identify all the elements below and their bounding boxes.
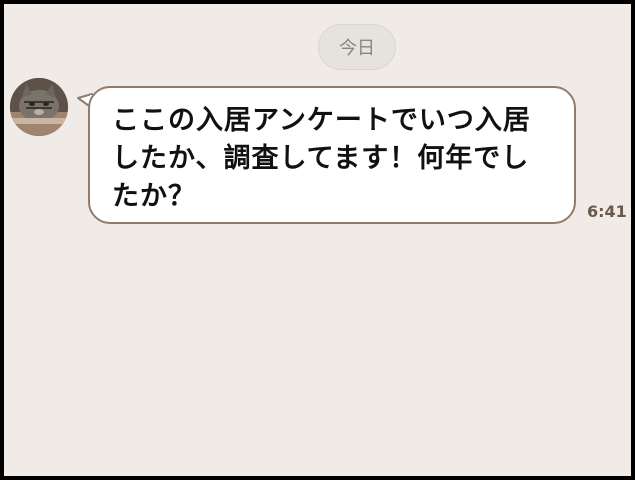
cat-avatar-icon	[10, 78, 68, 136]
avatar[interactable]	[10, 78, 68, 136]
chat-view: 今日 ここの入居アンケートでいつ入居したか、調査してます！何年でしたか？ 6:4…	[4, 4, 631, 476]
message-bubble-wrapper: ここの入居アンケートでいつ入居したか、調査してます！何年でしたか？	[76, 86, 580, 228]
date-label: 今日	[339, 38, 375, 59]
message-text: ここの入居アンケートでいつ入居したか、調査してます！何年でしたか？	[112, 105, 531, 212]
message-time: 6:41	[587, 202, 627, 221]
date-separator: 今日	[318, 24, 396, 70]
message-bubble[interactable]: ここの入居アンケートでいつ入居したか、調査してます！何年でしたか？	[88, 86, 576, 224]
